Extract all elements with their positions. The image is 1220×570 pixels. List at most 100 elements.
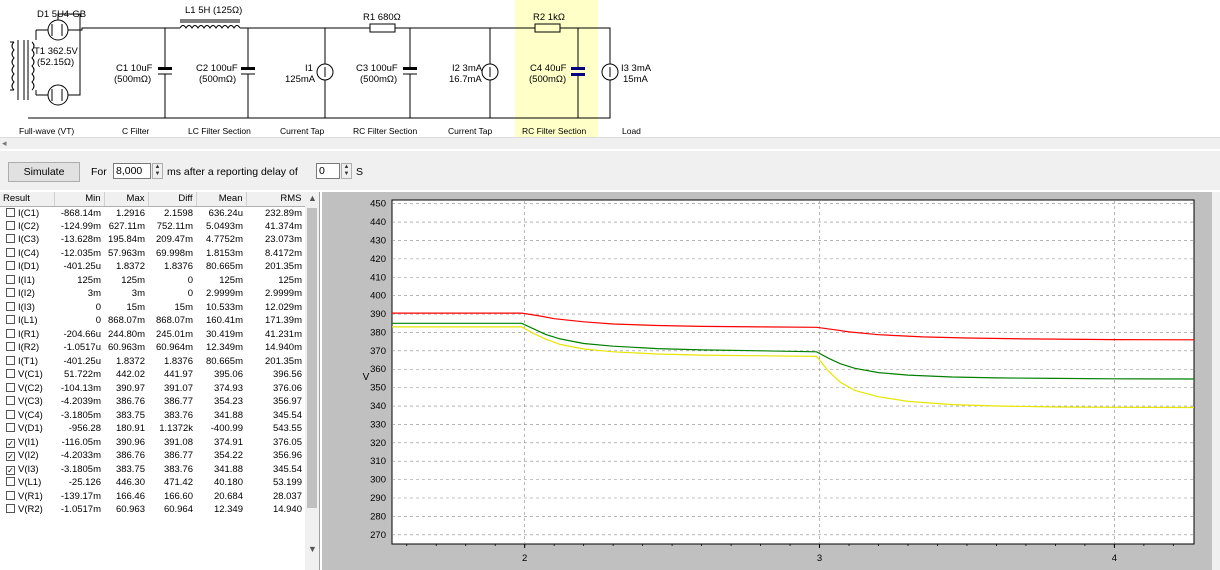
- simulate-button[interactable]: Simulate: [8, 162, 80, 182]
- checkbox-icon[interactable]: [6, 247, 15, 257]
- result-name-cell[interactable]: V(R1): [0, 490, 54, 504]
- table-row[interactable]: V(C2) -104.13m 390.97 391.07 374.93 376.06: [0, 382, 305, 396]
- section-label-current-tap-1[interactable]: Current Tap: [280, 126, 324, 136]
- waveform-chart-pane[interactable]: 270 280 290 300 310 320 330 340 350 360 370 380 390 4…: [322, 192, 1220, 570]
- result-name-cell[interactable]: I(C4): [0, 247, 54, 261]
- header-min[interactable]: Min: [54, 192, 105, 207]
- result-name-cell[interactable]: V(C2): [0, 382, 54, 396]
- result-name-cell[interactable]: V(C4): [0, 409, 54, 423]
- stepper-up-icon[interactable]: ▲: [153, 164, 162, 171]
- result-name-cell[interactable]: V(C3): [0, 395, 54, 409]
- checkbox-icon[interactable]: [6, 315, 15, 325]
- checkbox-icon[interactable]: [6, 490, 15, 500]
- checkbox-icon[interactable]: [6, 328, 15, 338]
- table-row[interactable]: V(C3) -4.2039m 386.76 386.77 354.23 356.97: [0, 395, 305, 409]
- checkbox-icon[interactable]: [6, 234, 15, 244]
- duration-stepper[interactable]: ▲ ▼: [152, 163, 163, 179]
- checkbox-icon[interactable]: [6, 261, 15, 271]
- header-mean[interactable]: Mean: [196, 192, 247, 207]
- checkbox-icon[interactable]: [6, 274, 15, 284]
- checkbox-icon[interactable]: [6, 409, 15, 419]
- scroll-left-arrow-icon[interactable]: ◂: [2, 138, 7, 149]
- table-row[interactable]: I(I1) 125m 125m 0 125m 125m: [0, 274, 305, 288]
- result-name-cell[interactable]: I(R2): [0, 341, 54, 355]
- table-row[interactable]: I(R1) -204.66u 244.80m 245.01m 30.419m 41.231…: [0, 328, 305, 342]
- result-name-cell[interactable]: I(I3): [0, 301, 54, 315]
- header-result[interactable]: Result: [0, 192, 55, 207]
- table-row[interactable]: V(L1) -25.126 446.30 471.42 40.180 53.199: [0, 476, 305, 490]
- result-name-cell[interactable]: I(D1): [0, 260, 54, 274]
- table-row[interactable]: V(C1) 51.722m 442.02 441.97 395.06 396.56: [0, 368, 305, 382]
- stepper-down-icon[interactable]: ▼: [153, 171, 162, 178]
- table-row[interactable]: I(C1) -868.14m 1.2916 2.1598 636.24u 232.89m: [0, 206, 305, 220]
- scroll-down-arrow-icon[interactable]: ▼: [308, 544, 317, 554]
- header-max[interactable]: Max: [104, 192, 149, 207]
- checkbox-icon[interactable]: [6, 355, 15, 365]
- checkbox-icon[interactable]: [6, 369, 15, 379]
- table-row[interactable]: ✓ V(I3) -3.1805m 383.75 383.76 341.88 345.54: [0, 463, 305, 477]
- section-label-rc-filter-1[interactable]: RC Filter Section: [353, 126, 417, 136]
- delay-input[interactable]: 0: [316, 163, 340, 179]
- table-row[interactable]: I(I2) 3m 3m 0 2.9999m 2.9999m: [0, 287, 305, 301]
- result-name-cell[interactable]: V(C1): [0, 368, 54, 382]
- table-row[interactable]: V(C4) -3.1805m 383.75 383.76 341.88 345.54: [0, 409, 305, 423]
- section-label-lc-filter[interactable]: LC Filter Section: [188, 126, 251, 136]
- table-row[interactable]: I(D1) -401.25u 1.8372 1.8376 80.665m 201.35m: [0, 260, 305, 274]
- scroll-up-arrow-icon[interactable]: ▲: [308, 193, 317, 203]
- voltage-chart[interactable]: 270 280 290 300 310 320 330 340 350 360 370 380 390 4…: [322, 192, 1212, 570]
- checkbox-icon[interactable]: [6, 288, 15, 298]
- result-name-cell[interactable]: I(I1): [0, 274, 54, 288]
- table-row[interactable]: ✓ V(I2) -4.2033m 386.76 386.77 354.22 356.96: [0, 449, 305, 463]
- checkbox-icon[interactable]: [6, 382, 15, 392]
- scroll-thumb[interactable]: [307, 208, 317, 508]
- checkbox-icon[interactable]: [6, 220, 15, 230]
- checkbox-checked-icon[interactable]: ✓: [6, 452, 15, 462]
- duration-input[interactable]: 8,000: [113, 163, 151, 179]
- checkbox-checked-icon[interactable]: ✓: [6, 465, 15, 475]
- section-label-load[interactable]: Load: [622, 126, 641, 136]
- checkbox-icon[interactable]: [6, 342, 15, 352]
- table-row[interactable]: ✓ V(I1) -116.05m 390.96 391.08 374.91 376.05: [0, 436, 305, 450]
- section-label-current-tap-2[interactable]: Current Tap: [448, 126, 492, 136]
- delay-stepper[interactable]: ▲ ▼: [341, 163, 352, 179]
- checkbox-icon[interactable]: [6, 504, 15, 514]
- chart-right-scrollbar[interactable]: [1212, 192, 1220, 570]
- table-row[interactable]: V(R1) -139.17m 166.46 166.60 20.684 28.037: [0, 490, 305, 504]
- stepper-up-icon[interactable]: ▲: [342, 164, 351, 171]
- checkbox-checked-icon[interactable]: ✓: [6, 438, 15, 448]
- result-name-cell[interactable]: I(C1): [0, 206, 54, 220]
- results-vertical-scrollbar[interactable]: ▲ ▼: [305, 192, 319, 570]
- table-row[interactable]: I(C4) -12.035m 57.963m 69.998m 1.8153m 8.4172…: [0, 247, 305, 261]
- checkbox-icon[interactable]: [6, 423, 15, 433]
- checkbox-icon[interactable]: [6, 301, 15, 311]
- result-name-cell[interactable]: I(I2): [0, 287, 54, 301]
- result-name-cell[interactable]: I(R1): [0, 328, 54, 342]
- table-row[interactable]: I(T1) -401.25u 1.8372 1.8376 80.665m 201.35m: [0, 355, 305, 369]
- result-name-cell[interactable]: I(T1): [0, 355, 54, 369]
- section-label-full-wave[interactable]: Full-wave (VT): [19, 126, 74, 136]
- table-row[interactable]: I(L1) 0 868.07m 868.07m 160.41m 171.39m: [0, 314, 305, 328]
- result-name-cell[interactable]: V(R2): [0, 503, 54, 517]
- result-name-cell[interactable]: ✓ V(I3): [0, 463, 54, 477]
- result-name-cell[interactable]: I(C2): [0, 220, 54, 234]
- table-row[interactable]: I(I3) 0 15m 15m 10.533m 12.029m: [0, 301, 305, 315]
- table-row[interactable]: V(D1) -956.28 180.91 1.1372k -400.99 543.55: [0, 422, 305, 436]
- section-label-rc-filter-2[interactable]: RC Filter Section: [522, 126, 586, 136]
- header-diff[interactable]: Diff: [148, 192, 197, 207]
- schematic-canvas[interactable]: D1 5U4-GB T1 362.5V (52.15Ω) L1 5H (125Ω…: [0, 0, 1220, 137]
- result-name-cell[interactable]: V(D1): [0, 422, 54, 436]
- checkbox-icon[interactable]: [6, 396, 15, 406]
- table-row[interactable]: V(R2) -1.0517m 60.963 60.964 12.349 14.940: [0, 503, 305, 517]
- section-label-c-filter[interactable]: C Filter: [122, 126, 149, 136]
- checkbox-icon[interactable]: [6, 207, 15, 217]
- table-row[interactable]: I(C3) -13.628m 195.84m 209.47m 4.7752m 23.073…: [0, 233, 305, 247]
- result-name-cell[interactable]: I(L1): [0, 314, 54, 328]
- result-name-cell[interactable]: ✓ V(I1): [0, 436, 54, 450]
- header-rms[interactable]: RMS: [246, 192, 306, 207]
- result-name-cell[interactable]: ✓ V(I2): [0, 449, 54, 463]
- checkbox-icon[interactable]: [6, 477, 15, 487]
- result-name-cell[interactable]: V(L1): [0, 476, 54, 490]
- schematic-horizontal-scrollbar[interactable]: ◂: [0, 137, 1220, 149]
- stepper-down-icon[interactable]: ▼: [342, 171, 351, 178]
- table-row[interactable]: I(R2) -1.0517u 60.963m 60.964m 12.349m 14.940…: [0, 341, 305, 355]
